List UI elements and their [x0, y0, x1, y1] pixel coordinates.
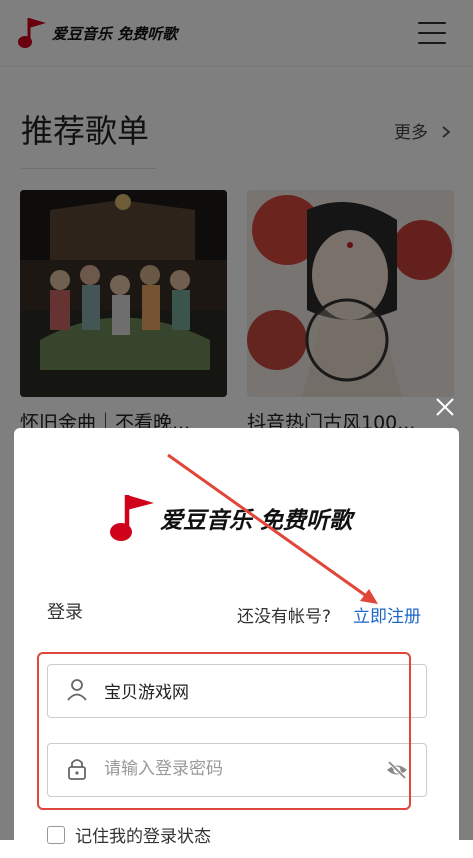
- close-icon[interactable]: [432, 394, 458, 420]
- lock-icon: [68, 759, 86, 780]
- eye-slash-icon[interactable]: [385, 758, 409, 782]
- password-field[interactable]: [47, 743, 427, 797]
- register-link[interactable]: 立即注册: [353, 602, 421, 627]
- remember-me[interactable]: 记住我的登录状态: [47, 822, 211, 847]
- password-input[interactable]: [104, 744, 374, 794]
- login-label: 登录: [47, 602, 83, 623]
- user-icon: [67, 679, 87, 701]
- username-field[interactable]: [47, 664, 427, 718]
- remember-label: 记住我的登录状态: [75, 827, 211, 847]
- music-note-flag-icon: [110, 495, 154, 541]
- dialog-logo-text: 爱豆音乐 免费听歌: [160, 508, 353, 534]
- dialog-logo: 爱豆音乐 免费听歌: [110, 492, 352, 544]
- login-dialog: 爱豆音乐 免费听歌 登录 还没有帐号? 立即注册 宝贝游戏网 记住我的登录状态: [14, 428, 459, 858]
- no-account-text: 还没有帐号?: [237, 607, 332, 627]
- page: 爱豆音乐 免费听歌 推荐歌单 更多: [0, 0, 473, 858]
- username-input[interactable]: [104, 665, 374, 715]
- remember-checkbox[interactable]: [47, 825, 65, 844]
